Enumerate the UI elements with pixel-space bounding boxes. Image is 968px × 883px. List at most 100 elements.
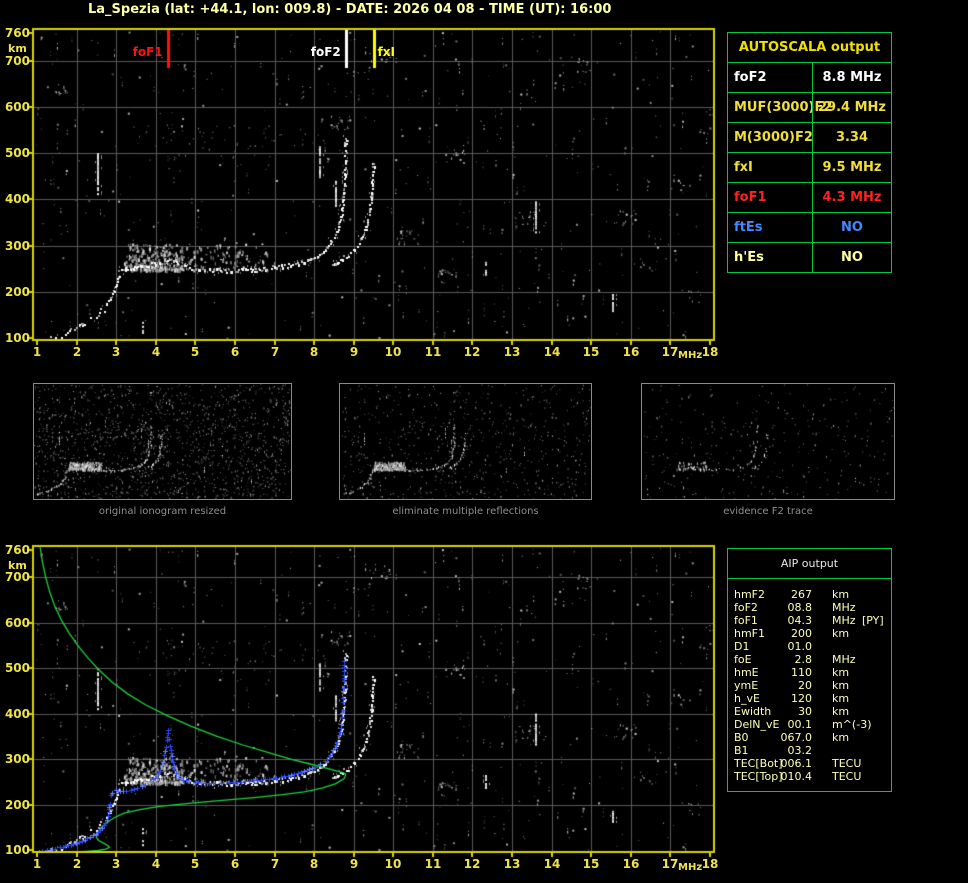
panel-caption-eliminate: eliminate multiple reflections [392, 506, 539, 517]
aip-row: B0 067.0 km [728, 731, 891, 744]
row-label: MUF(3000)F2 [734, 100, 833, 115]
x-axis-tick-label: 16 [622, 345, 640, 359]
row-value: 3.34 [812, 123, 891, 152]
x-axis-tick-label: 1 [32, 345, 42, 359]
row-value: 4.3 MHz [812, 183, 891, 212]
y-axis-tick-label: 500 [4, 146, 30, 160]
aip-row: foE 2.8 MHz [728, 653, 891, 666]
y-axis-unit-label: km [8, 42, 27, 55]
x-axis-tick-label: 2 [72, 345, 82, 359]
x-axis-tick-label: 4 [151, 345, 161, 359]
x-axis-tick-label: 11 [424, 345, 442, 359]
aip-cell-u: MHz [832, 601, 856, 614]
aip-cell-u: km [832, 666, 850, 679]
aip-cell-u: MHz [832, 653, 856, 666]
aip-row: TEC[Top] 010.4 TECU [728, 770, 891, 783]
aip-cell-v: 00.1 [787, 718, 813, 731]
panel-original-ionogram-canvas [33, 383, 292, 500]
aip-cell-l: B1 [734, 744, 749, 757]
y-axis-tick-label: 200 [4, 285, 30, 299]
aip-row: foF1 04.3 MHz [PY] [728, 614, 891, 627]
aip-cell-l: foE [734, 653, 752, 666]
aip-cell-u: km [832, 679, 850, 692]
x-axis-unit-label: MHz [678, 862, 703, 873]
x-axis-tick-label: 2 [72, 857, 82, 871]
x-axis-tick-label: 7 [270, 857, 280, 871]
aip-cell-u: km [832, 692, 850, 705]
table-row-fof2: foF2 8.8 MHz [728, 62, 891, 92]
aip-row: DelN_vE 00.1 m^(-3) [728, 718, 891, 731]
aip-cell-v: 110 [791, 666, 812, 679]
aip-row: hmF1 200 km [728, 627, 891, 640]
aip-cell-l: Ewidth [734, 705, 772, 718]
x-axis-tick-label: 5 [190, 857, 200, 871]
aip-cell-v: 267 [791, 588, 812, 601]
aip-cell-x: [PY] [862, 614, 884, 627]
x-axis-tick-label: 14 [543, 857, 561, 871]
aip-table-rows: hmF2 267 km foF2 08.8 MHz foF1 04.3 MHz [PY] hmF1 2… [728, 579, 891, 783]
aip-output-table: AIP output hmF2 267 km foF2 08.8 MHz foF1 04.3 M… [727, 548, 892, 792]
x-axis-tick-label: 15 [582, 857, 600, 871]
panel-caption-evidence: evidence F2 trace [723, 506, 813, 517]
aip-cell-v: 04.3 [787, 614, 813, 627]
aip-cell-l: DelN_vE [734, 718, 780, 731]
fxi-marker-label: fxI [377, 45, 395, 59]
aip-row: hmF2 267 km [728, 588, 891, 601]
x-axis-tick-label: 8 [309, 857, 319, 871]
aip-cell-u: m^(-3) [832, 718, 872, 731]
table-row-ftes: ftEs NO [728, 212, 891, 242]
panel-caption-original: original ionogram resized [98, 506, 227, 517]
row-label: fxI [734, 160, 753, 175]
aip-cell-v: 010.4 [780, 770, 813, 783]
aip-cell-v: 03.2 [787, 744, 813, 757]
panel-evidence-f2-canvas [641, 383, 895, 500]
aip-cell-l: ymE [734, 679, 759, 692]
aip-cell-l: B0 [734, 731, 749, 744]
table-row-hes: h'Es NO [728, 242, 891, 272]
aip-row: Ewidth 30 km [728, 705, 891, 718]
aip-row: B1 03.2 [728, 744, 891, 757]
aip-cell-l: foF1 [734, 614, 758, 627]
x-axis-tick-label: 3 [111, 857, 121, 871]
aip-cell-v: 08.8 [787, 601, 813, 614]
y-axis-tick-label: 300 [4, 239, 30, 253]
aip-cell-v: 006.1 [780, 757, 813, 770]
table-row-muf3000f2: MUF(3000)F2 29.4 MHz [728, 92, 891, 122]
row-label: M(3000)F2 [734, 130, 813, 145]
aip-cell-u: km [832, 588, 850, 601]
y-axis-tick-label: 400 [4, 707, 30, 721]
autoscala-output-table: AUTOSCALA output foF2 8.8 MHz MUF(3000)F… [727, 32, 892, 273]
row-label: foF1 [734, 190, 767, 205]
page-title: La_Spezia (lat: +44.1, lon: 009.8) - DAT… [88, 2, 612, 17]
aip-cell-l: hmF2 [734, 588, 766, 601]
aip-cell-l: hmE [734, 666, 759, 679]
y-axis-tick-label: 760 [4, 26, 30, 40]
x-axis-tick-label: 3 [111, 345, 121, 359]
row-value: NO [812, 213, 891, 242]
x-axis-tick-label: 15 [582, 345, 600, 359]
aip-cell-v: 2.8 [794, 653, 813, 666]
aip-row: TEC[Bot] 006.1 TECU [728, 757, 891, 770]
aip-row: foF2 08.8 MHz [728, 601, 891, 614]
x-axis-tick-label: 10 [384, 857, 402, 871]
y-axis-tick-label: 600 [4, 616, 30, 630]
table-row-m3000f2: M(3000)F2 3.34 [728, 122, 891, 152]
aip-row: hmE 110 km [728, 666, 891, 679]
aip-cell-v: 30 [798, 705, 812, 718]
x-axis-tick-label: 4 [151, 857, 161, 871]
aip-cell-u: TECU [832, 757, 862, 770]
row-label: ftEs [734, 220, 763, 235]
x-axis-unit-label: MHz [678, 350, 703, 361]
table-row-fof1: foF1 4.3 MHz [728, 182, 891, 212]
x-axis-tick-label: 9 [349, 345, 359, 359]
y-axis-tick-label: 500 [4, 661, 30, 675]
x-axis-tick-label: 10 [384, 345, 402, 359]
x-axis-tick-label: 16 [622, 857, 640, 871]
row-label: foF2 [734, 70, 767, 85]
x-axis-tick-label: 8 [309, 345, 319, 359]
row-value: NO [812, 243, 891, 272]
aip-cell-u: MHz [832, 614, 856, 627]
y-axis-tick-label: 100 [4, 331, 30, 345]
aip-cell-u: TECU [832, 770, 862, 783]
aip-cell-l: h_vE [734, 692, 760, 705]
